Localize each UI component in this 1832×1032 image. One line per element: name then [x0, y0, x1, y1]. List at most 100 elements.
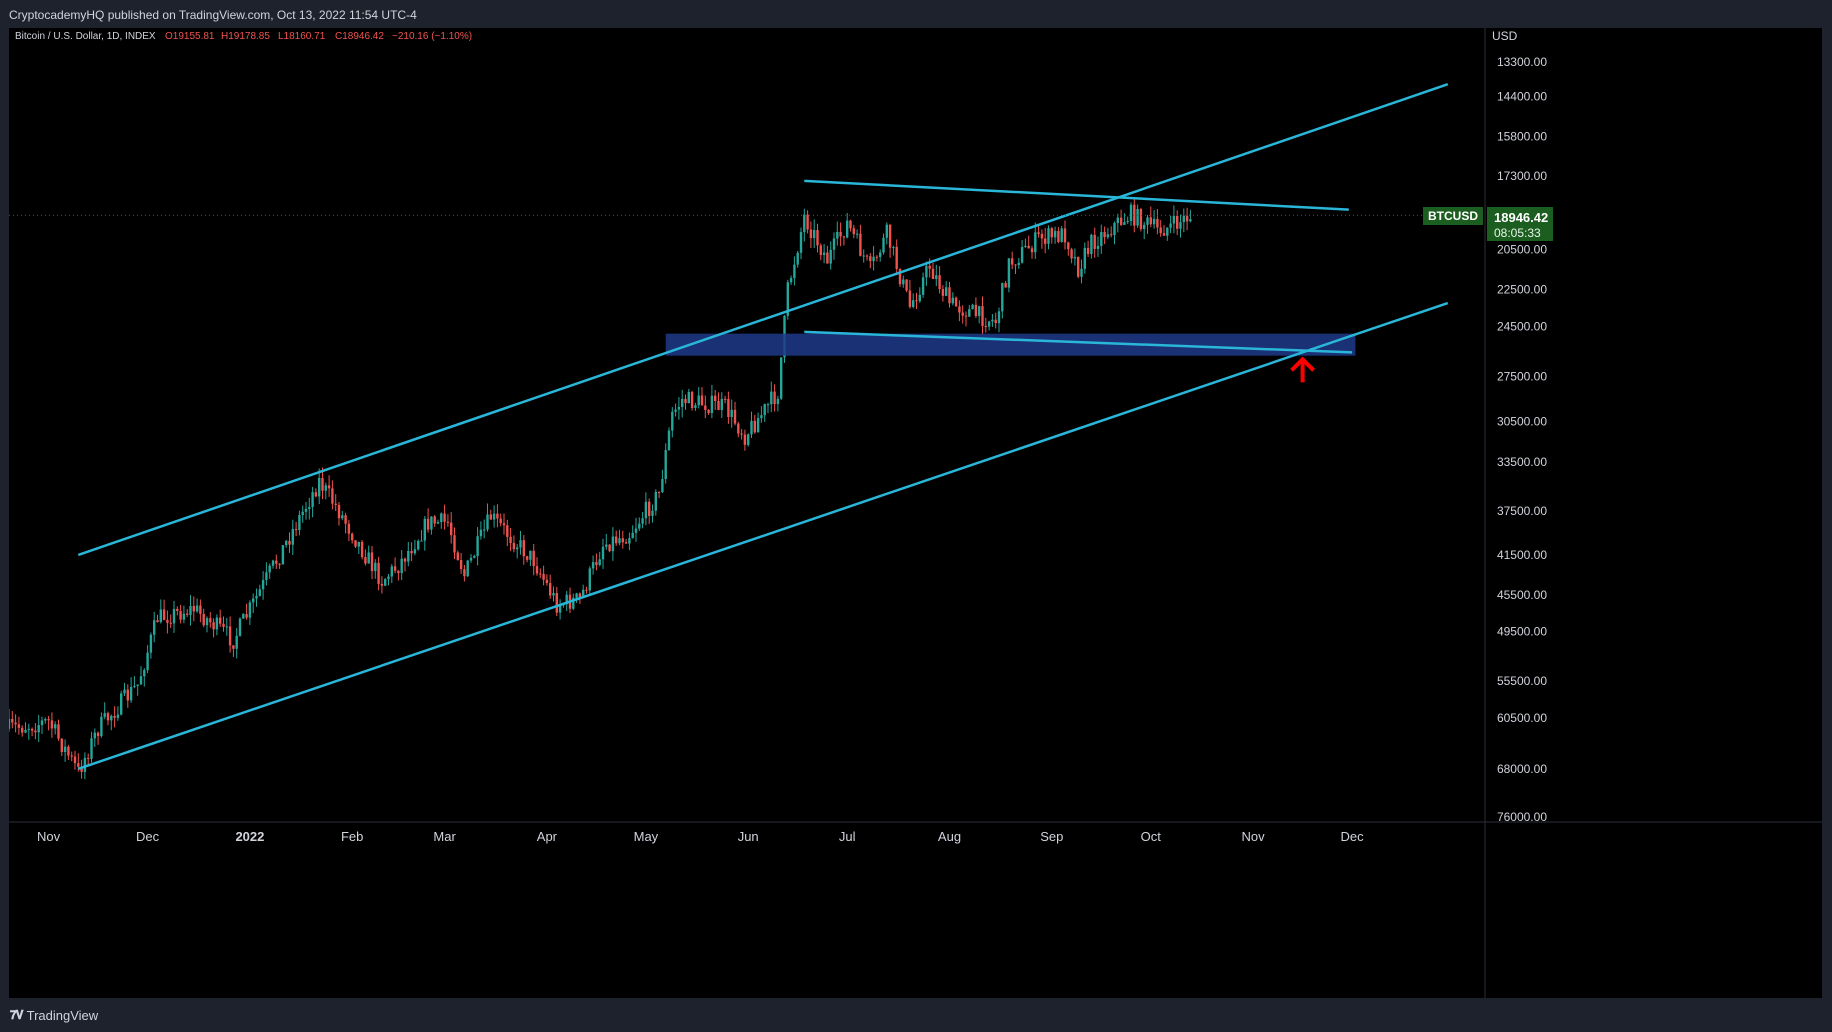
candle-body	[400, 558, 403, 574]
last-price-label: 18946.42 08:05:33	[1487, 207, 1553, 241]
candle-body	[261, 579, 265, 590]
candle-body	[954, 297, 958, 307]
candle-body	[849, 220, 852, 229]
candle-body	[542, 573, 545, 580]
candle-body	[44, 719, 47, 721]
candle-body	[1060, 228, 1063, 243]
candle-body	[334, 503, 337, 505]
chart-frame[interactable]: 13300.00 14400.00 15800.00 17300.00 20500.00…	[7, 28, 1822, 998]
candle-body	[311, 492, 314, 508]
candle-body	[657, 491, 661, 493]
candle-body	[37, 725, 40, 733]
candle-body	[1123, 222, 1126, 225]
bar-countdown: 08:05:33	[1494, 226, 1541, 240]
tradingview-brand: TradingView	[26, 1008, 99, 1023]
candle-body	[753, 420, 756, 433]
candle-body	[578, 593, 582, 598]
candle-body	[195, 605, 199, 612]
candle-body	[288, 540, 291, 545]
candle-body	[1090, 234, 1093, 255]
candle-body	[252, 598, 255, 603]
candle-body	[496, 513, 499, 519]
candle-body	[921, 277, 925, 295]
candle-body	[143, 670, 146, 677]
candle-body	[182, 613, 186, 620]
candle-body	[21, 727, 24, 733]
time-tick-label: Jul	[839, 829, 856, 844]
candle-body	[116, 714, 120, 718]
candle-body	[516, 547, 519, 550]
candle-body	[829, 249, 832, 264]
candle-body	[839, 231, 842, 237]
candle-body	[1156, 218, 1159, 228]
candle-body	[1185, 215, 1189, 222]
candle-body	[17, 724, 21, 728]
candle-body	[390, 566, 393, 577]
candle-body	[1169, 223, 1172, 228]
price-chart[interactable]: 13300.00 14400.00 15800.00 17300.00 20500.00…	[7, 28, 1822, 998]
candle-body	[519, 540, 522, 548]
publisher-text: CryptocademyHQ published on TradingView.…	[9, 8, 417, 22]
candle-body	[225, 626, 228, 628]
candle-body	[763, 404, 766, 416]
candle-body	[271, 560, 275, 566]
candle-body	[129, 686, 133, 701]
candle-body	[1182, 215, 1185, 223]
candle-body	[169, 622, 172, 624]
price-tick-label: 27500.00	[1497, 370, 1547, 384]
price-tick-label: 49500.00	[1497, 624, 1547, 638]
candle-body	[1096, 245, 1100, 249]
candle-body	[60, 738, 63, 752]
candle-body	[912, 300, 915, 307]
candle-body	[186, 613, 189, 615]
candle-body	[750, 420, 753, 435]
candle-body	[50, 720, 54, 729]
candle-body	[199, 605, 202, 614]
candle-body	[351, 533, 354, 541]
candle-body	[410, 550, 413, 554]
candle-body	[1189, 219, 1192, 222]
candle-body	[360, 541, 364, 558]
candle-body	[968, 309, 971, 317]
candle-body	[374, 562, 377, 572]
price-tick-label: 45500.00	[1497, 588, 1547, 602]
candle-body	[301, 511, 304, 516]
candle-body	[456, 552, 459, 561]
candle-body	[473, 556, 476, 558]
candle-body	[14, 722, 17, 725]
candle-body	[879, 252, 882, 257]
candle-body	[215, 617, 219, 630]
candle-body	[384, 579, 387, 586]
price-tick-label: 30500.00	[1497, 415, 1547, 429]
candle-body	[1162, 233, 1166, 236]
price-tick-label: 17300.00	[1497, 169, 1547, 183]
candle-body	[209, 618, 212, 623]
candle-body	[816, 229, 819, 246]
candle-body	[73, 756, 77, 764]
candle-body	[651, 510, 654, 516]
candle-body	[420, 540, 423, 542]
candle-body	[70, 755, 73, 757]
candle-body	[255, 595, 258, 599]
candle-body	[417, 540, 420, 550]
candle-body	[615, 536, 618, 544]
candle-body	[552, 593, 555, 596]
candle-body	[532, 550, 535, 567]
candle-body	[687, 391, 690, 404]
candle-body	[1030, 248, 1034, 253]
candle-body	[941, 289, 945, 296]
candle-body	[27, 728, 30, 730]
time-tick-label: Sep	[1040, 829, 1063, 844]
tradingview-logo[interactable]: 𝟕𝐕 TradingView	[10, 1008, 98, 1023]
candle-body	[905, 279, 908, 291]
candle-body	[100, 716, 103, 737]
candle-body	[727, 398, 730, 418]
candle-body	[324, 485, 327, 491]
candle-body	[1024, 245, 1027, 247]
candle-body	[1103, 232, 1106, 238]
candle-body	[747, 434, 750, 445]
candle-body	[935, 275, 938, 279]
candle-body	[915, 300, 918, 302]
candle-body	[133, 685, 136, 687]
candle-body	[139, 676, 143, 685]
